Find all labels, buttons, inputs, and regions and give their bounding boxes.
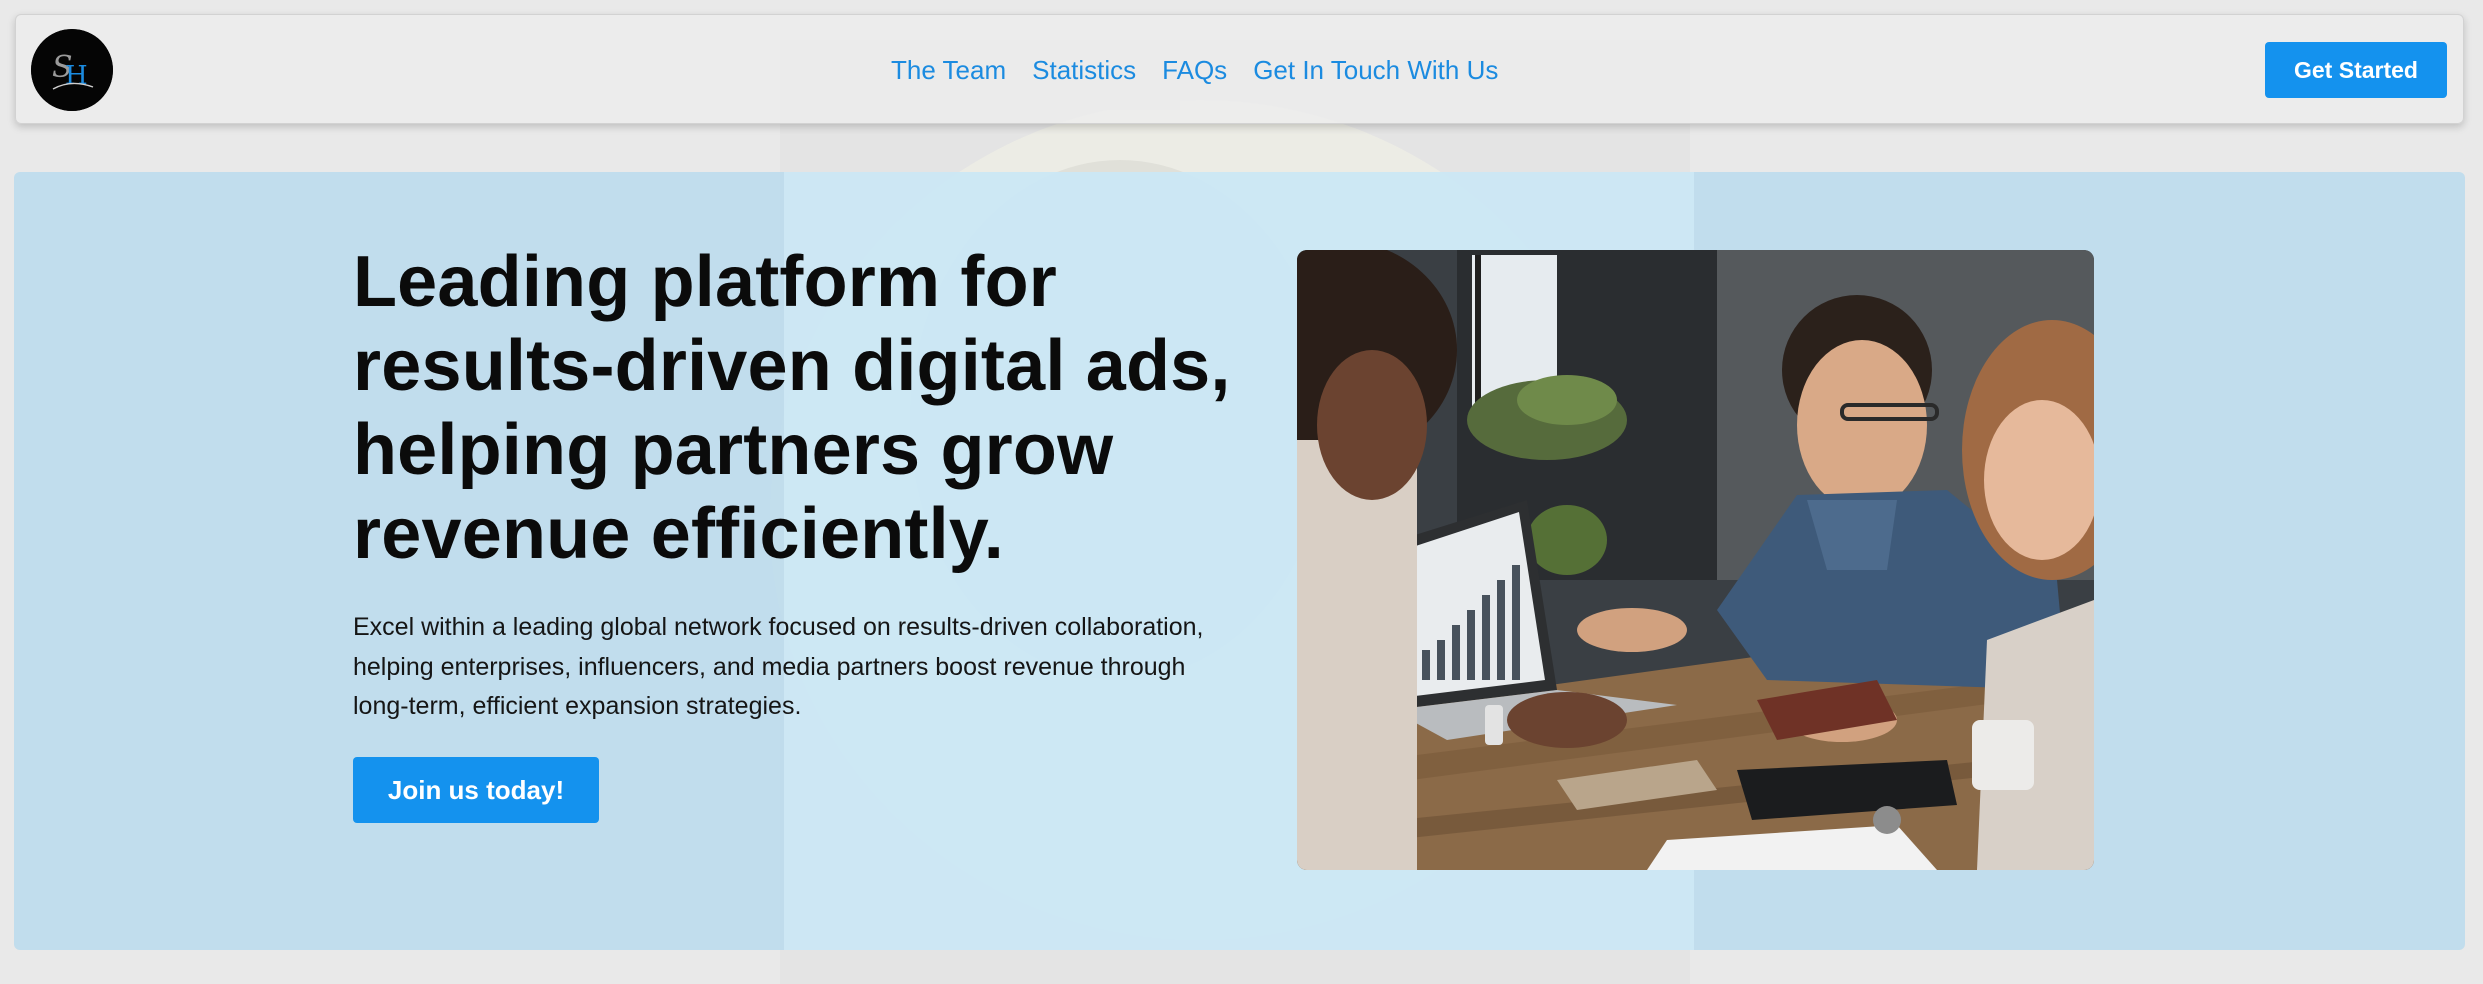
get-started-button[interactable]: Get Started <box>2265 42 2447 98</box>
hero-heading-line: Leading platform for <box>353 242 1057 322</box>
hero-heading-line: revenue efficiently. <box>353 494 1004 574</box>
hero-heading-line: helping partners grow <box>353 410 1114 490</box>
nav-link-the-team[interactable]: The Team <box>891 55 1006 86</box>
brand-logo[interactable]: S H <box>31 29 113 111</box>
nav-link-faqs[interactable]: FAQs <box>1162 55 1227 86</box>
svg-text:H: H <box>65 61 88 91</box>
nav-links: The Team Statistics FAQs Get In Touch Wi… <box>891 15 1498 125</box>
hero-subtext: Excel within a leading global network fo… <box>353 613 1204 720</box>
monogram-logo-icon: S H <box>31 29 113 111</box>
hero-heading-line: results-driven digital ads, <box>353 326 1231 406</box>
nav-link-statistics[interactable]: Statistics <box>1032 55 1136 86</box>
hero-image <box>1297 250 2094 870</box>
navbar: S H The Team Statistics FAQs Get In Touc… <box>15 14 2464 124</box>
nav-link-contact[interactable]: Get In Touch With Us <box>1253 55 1498 86</box>
hero-section: Leading platform for results-driven digi… <box>14 172 2465 950</box>
hero-heading: Leading platform for results-driven digi… <box>353 240 1253 576</box>
team-meeting-photo-icon <box>1297 250 2094 870</box>
join-us-button[interactable]: Join us today! <box>353 757 599 823</box>
